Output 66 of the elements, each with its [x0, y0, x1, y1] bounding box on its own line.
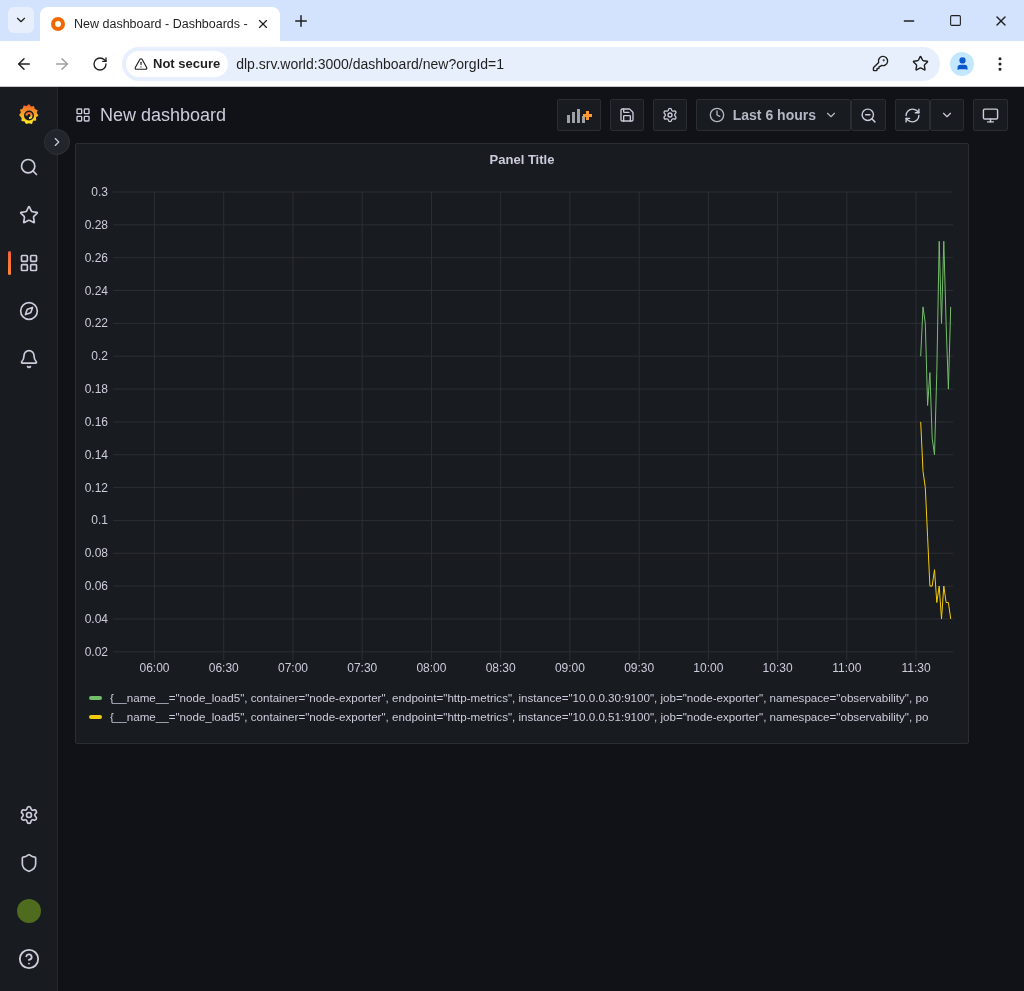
- expand-icon[interactable]: [44, 129, 70, 155]
- x-axis-label: 10:00: [693, 661, 724, 675]
- y-axis-label: 0.3: [91, 185, 108, 199]
- x-axis-label: 06:00: [139, 661, 170, 675]
- new-tab-icon[interactable]: [292, 12, 310, 30]
- browser-tab[interactable]: New dashboard - Dashboards -: [40, 7, 280, 41]
- y-axis-label: 0.02: [84, 644, 108, 659]
- x-axis-label: 09:30: [624, 661, 655, 675]
- add-panel-button[interactable]: [556, 99, 601, 131]
- x-axis-label: 06:30: [208, 661, 239, 675]
- panel-title: Panel Title: [488, 150, 556, 169]
- refresh-icon: [904, 106, 921, 124]
- dashboard-title: New dashboard: [100, 104, 228, 126]
- y-axis-label: 0.04: [84, 611, 108, 626]
- y-axis-label: 0.1: [91, 513, 108, 528]
- y-axis-label: 0.26: [84, 250, 108, 265]
- x-axis-label: 11:00: [832, 661, 862, 675]
- y-axis-label: 0.12: [84, 480, 108, 495]
- security-chip[interactable]: Not secure: [126, 50, 229, 77]
- legend-label[interactable]: {__name__="node_load5", container="node-exporter", endpoint="http-metrics", instance="10.0.0.51:9100", job="node-exporter", namespace="observability", po: [110, 710, 929, 723]
- view-mode-button[interactable]: [973, 99, 1008, 131]
- y-axis-label: 0.28: [84, 217, 108, 232]
- settings-icon: [18, 805, 39, 825]
- time-picker[interactable]: Last 6 hours: [695, 99, 851, 131]
- help-icon: [17, 948, 40, 970]
- y-axis-label: 0.14: [84, 447, 108, 462]
- y-axis-label: 0.18: [84, 382, 108, 397]
- x-axis-label: 07:30: [347, 661, 378, 675]
- dashboards-icon: [75, 107, 91, 123]
- refresh-button[interactable]: [895, 99, 930, 131]
- tab-title: New dashboard - Dashboards -: [74, 17, 248, 31]
- avatar-icon: [16, 899, 41, 923]
- add-panel-icon: [565, 107, 592, 123]
- clock-icon: [708, 107, 725, 123]
- favicon-icon: [50, 16, 66, 32]
- y-axis-label: 0.08: [84, 546, 108, 561]
- user-icon: [950, 51, 974, 76]
- address-bar[interactable]: Not secure dlp.srv.world:3000/dashboard/new?orgId=1: [122, 46, 940, 81]
- bell-icon: [18, 349, 39, 369]
- y-axis-label: 0.24: [84, 283, 108, 298]
- save-button[interactable]: [609, 99, 644, 131]
- save-icon: [618, 107, 635, 123]
- y-axis-label: 0.16: [84, 414, 108, 429]
- x-axis-label: 09:00: [554, 661, 585, 675]
- close-icon[interactable]: [256, 17, 270, 31]
- x-axis-label: 10:30: [762, 661, 793, 675]
- url-text: dlp.srv.world:3000/dashboard/new?orgId=1: [236, 55, 506, 72]
- x-axis-label: 08:00: [416, 661, 447, 675]
- star-icon: [18, 205, 39, 225]
- logo-icon[interactable]: [16, 103, 41, 127]
- y-axis-label: 0.2: [91, 349, 108, 364]
- dashboards-icon: [18, 253, 39, 273]
- x-axis-label: 08:30: [485, 661, 516, 675]
- warning-icon: [134, 56, 148, 71]
- compass-icon: [18, 301, 39, 321]
- settings-icon: [661, 107, 678, 123]
- zoom-out-icon: [860, 106, 877, 124]
- x-axis-label: 11:30: [901, 661, 931, 675]
- y-axis-label: 0.22: [84, 316, 108, 331]
- monitor-icon: [982, 106, 999, 124]
- y-axis-label: 0.06: [84, 579, 108, 594]
- settings-button[interactable]: [652, 99, 687, 131]
- x-axis-label: 07:00: [278, 661, 308, 675]
- search-icon: [18, 157, 39, 177]
- legend-label[interactable]: {__name__="node_load5", container="node-exporter", endpoint="http-metrics", instance="10.0.0.30:9100", job="node-exporter", namespace="observability", po: [110, 691, 929, 704]
- zoom-out-button[interactable]: [851, 99, 886, 131]
